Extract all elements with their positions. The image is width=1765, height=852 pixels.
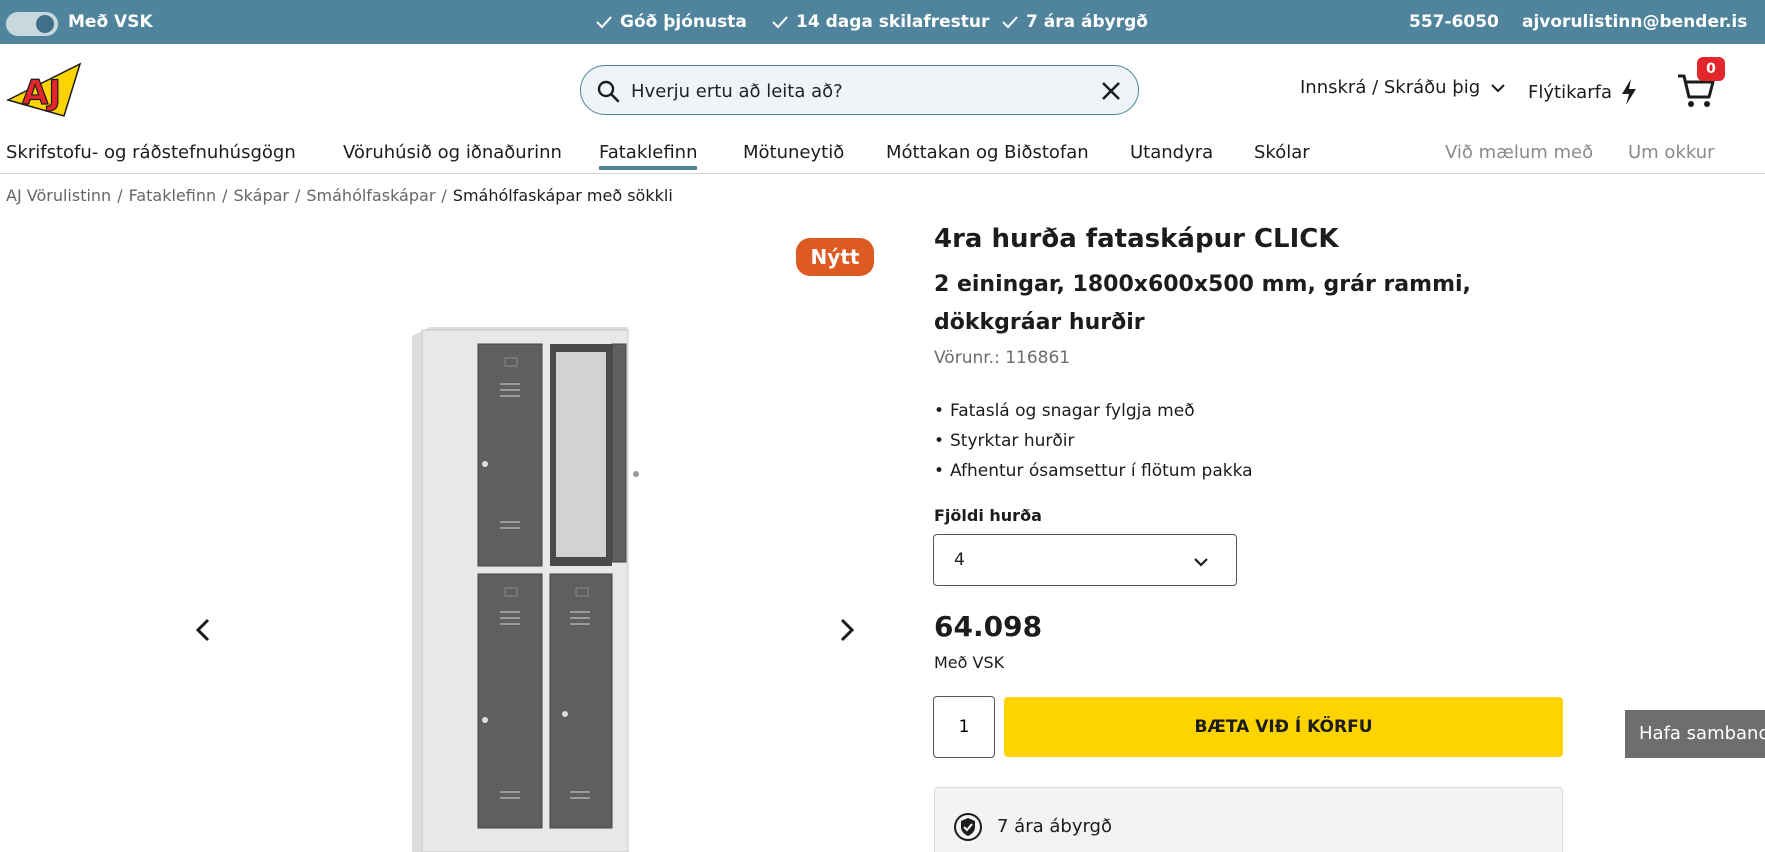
vat-toggle[interactable] xyxy=(6,12,58,36)
nav-item-canteen[interactable]: Mötuneytið xyxy=(743,142,844,163)
breadcrumb-separator: / xyxy=(117,186,123,205)
breadcrumb-link[interactable]: Skápar xyxy=(234,186,289,205)
login-menu[interactable]: Innskrá / Skráðu þig xyxy=(1300,77,1506,98)
search-icon[interactable] xyxy=(595,78,621,104)
next-image-arrow-icon[interactable] xyxy=(832,614,860,646)
clear-search-icon[interactable] xyxy=(1098,78,1124,104)
usp-label: 7 ára ábyrgð xyxy=(1026,12,1148,32)
check-icon xyxy=(1002,16,1018,29)
feature-item: Styrktar hurðir xyxy=(934,426,1253,456)
product-sku: Vörunr.: 116861 xyxy=(934,348,1071,368)
nav-item-reception[interactable]: Móttakan og Biðstofan xyxy=(886,142,1089,163)
nav-item-about[interactable]: Um okkur xyxy=(1628,142,1715,163)
price-vat-note: Með VSK xyxy=(934,653,1005,672)
quick-cart-button[interactable]: Flýtikarfa xyxy=(1528,78,1638,106)
login-label: Innskrá / Skráðu þig xyxy=(1300,77,1481,98)
breadcrumb-separator: / xyxy=(222,186,228,205)
breadcrumb: AJ Vörulistinn / Fataklefinn / Skápar / Smáhól… xyxy=(6,186,673,205)
nav-item-office[interactable]: Skrifstofu- og ráðstefnuhúsgögn xyxy=(6,142,296,163)
nav-item-warehouse[interactable]: Vöruhúsið og iðnaðurinn xyxy=(343,142,562,163)
breadcrumb-link[interactable]: AJ Vörulistinn xyxy=(6,186,111,205)
breadcrumb-current: Smáhólfaskápar með sökkli xyxy=(452,186,673,205)
toggle-knob xyxy=(36,15,54,33)
warranty-check-icon xyxy=(954,813,982,841)
breadcrumb-separator: / xyxy=(294,186,301,205)
search-bar xyxy=(580,65,1139,115)
logo-text: AJ xyxy=(22,73,61,113)
lightning-icon xyxy=(1621,79,1636,105)
add-to-cart-button[interactable]: BÆTA VIÐ Í KÖRFU xyxy=(1004,697,1563,757)
nav-item-recommend[interactable]: Við mælum með xyxy=(1445,142,1593,163)
nav-item-outdoor[interactable]: Utandyra xyxy=(1130,142,1213,163)
product-subtitle: 2 einingar, 1800x600x500 mm, grár rammi,… xyxy=(934,272,1471,335)
usp-warranty: 7 ára ábyrgð xyxy=(1000,12,1148,32)
email-link[interactable]: ajvorulistinn@bender.is xyxy=(1522,12,1747,32)
top-bar: Með VSK Góð þjónusta 14 daga skilafrestu… xyxy=(0,0,1765,44)
quick-cart-label: Flýtikarfa xyxy=(1528,81,1612,103)
product-title: 4ra hurða fataskápur CLICK xyxy=(934,224,1339,254)
product-image-locker xyxy=(412,327,639,852)
door-count-value: 4 xyxy=(954,550,965,570)
search-input[interactable] xyxy=(631,74,1071,108)
main-nav: Skrifstofu- og ráðstefnuhúsgögn Vöruhúsi… xyxy=(0,138,1765,174)
breadcrumb-separator: / xyxy=(441,186,447,205)
breadcrumb-link[interactable]: Smáhólfaskápar xyxy=(306,186,435,205)
new-badge: Nýtt xyxy=(796,238,874,276)
chevron-down-icon xyxy=(1194,558,1208,567)
check-icon xyxy=(596,16,612,29)
usp-service: Góð þjónusta xyxy=(594,12,747,32)
cart-count-badge: 0 xyxy=(1697,57,1725,81)
phone-link[interactable]: 557-6050 xyxy=(1409,12,1499,32)
feature-list: Fataslá og snagar fylgja með Styrktar hu… xyxy=(934,396,1253,486)
aj-logo[interactable]: AJ xyxy=(6,62,86,118)
chevron-down-icon xyxy=(1491,83,1505,92)
warranty-box: 7 ára ábyrgð xyxy=(934,787,1563,852)
usp-returns: 14 daga skilafrestur xyxy=(770,12,989,32)
check-icon xyxy=(772,16,788,29)
usp-label: 14 daga skilafrestur xyxy=(796,12,990,32)
nav-item-wardrobe[interactable]: Fataklefinn xyxy=(599,142,698,170)
warranty-label: 7 ára ábyrgð xyxy=(997,816,1112,837)
door-count-select[interactable]: 4 xyxy=(933,534,1237,586)
vat-toggle-label: Með VSK xyxy=(68,12,153,32)
quantity-input[interactable] xyxy=(933,696,995,758)
door-count-label: Fjöldi hurða xyxy=(934,506,1042,525)
usp-label: Góð þjónusta xyxy=(620,12,747,32)
feature-item: Afhentur ósamsettur í flötum pakka xyxy=(934,456,1253,486)
contact-tab[interactable]: Hafa samband xyxy=(1625,710,1765,758)
breadcrumb-link[interactable]: Fataklefinn xyxy=(129,186,217,205)
feature-item: Fataslá og snagar fylgja með xyxy=(934,396,1253,426)
product-price: 64.098 xyxy=(934,610,1043,643)
prev-image-arrow-icon[interactable] xyxy=(190,614,218,646)
nav-item-schools[interactable]: Skólar xyxy=(1254,142,1310,163)
